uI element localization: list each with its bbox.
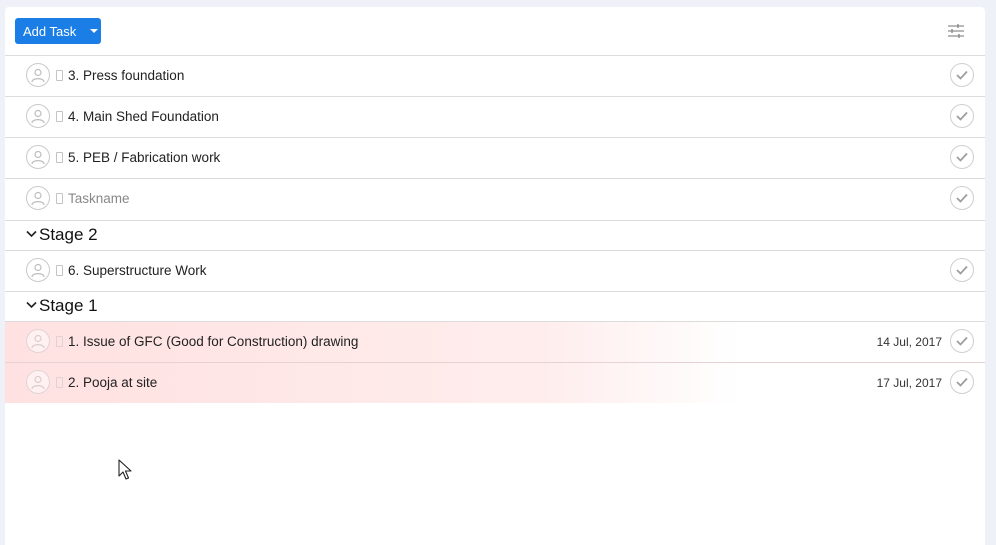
task-type-icon <box>56 336 63 347</box>
complete-check-icon[interactable] <box>950 104 974 128</box>
task-row-overdue[interactable]: 2. Pooja at site 17 Jul, 2017 <box>5 363 985 403</box>
section-header-stage-1[interactable]: Stage 1 <box>5 292 985 322</box>
toolbar: Add Task <box>5 7 985 56</box>
section-title: Stage 1 <box>39 296 98 315</box>
complete-check-icon[interactable] <box>950 145 974 169</box>
complete-check-icon[interactable] <box>950 329 974 353</box>
user-avatar-icon[interactable] <box>26 186 50 210</box>
user-avatar-icon[interactable] <box>26 370 50 394</box>
chevron-down-icon[interactable] <box>26 301 37 309</box>
mouse-cursor-icon <box>118 459 132 480</box>
task-type-icon <box>56 193 63 204</box>
task-name[interactable]: 1. Issue of GFC (Good for Construction) … <box>68 334 358 349</box>
section-header-stage-2[interactable]: Stage 2 <box>5 221 985 251</box>
user-avatar-icon[interactable] <box>26 258 50 282</box>
filter-sliders-icon[interactable] <box>947 23 965 39</box>
task-row[interactable]: 3. Press foundation <box>5 56 985 97</box>
task-type-icon <box>56 152 63 163</box>
task-name[interactable]: 2. Pooja at site <box>68 375 157 390</box>
task-row[interactable]: 6. Superstructure Work <box>5 251 985 292</box>
add-task-label: Add Task <box>23 23 77 39</box>
task-row[interactable]: 4. Main Shed Foundation <box>5 97 985 138</box>
task-row[interactable]: 5. PEB / Fabrication work <box>5 138 985 179</box>
task-type-icon <box>56 111 63 122</box>
complete-check-icon[interactable] <box>950 63 974 87</box>
user-avatar-icon[interactable] <box>26 63 50 87</box>
task-type-icon <box>56 265 63 276</box>
add-task-button[interactable]: Add Task <box>15 18 101 44</box>
task-panel: Add Task 3. Press foundation 4. Main She… <box>5 7 985 545</box>
task-name[interactable]: 3. Press foundation <box>68 68 184 83</box>
task-type-icon <box>56 377 63 388</box>
section-title: Stage 2 <box>39 225 98 244</box>
user-avatar-icon[interactable] <box>26 329 50 353</box>
due-date: 17 Jul, 2017 <box>876 376 942 390</box>
chevron-down-icon[interactable] <box>26 230 37 238</box>
complete-check-icon[interactable] <box>950 186 974 210</box>
task-row-overdue[interactable]: 1. Issue of GFC (Good for Construction) … <box>5 322 985 363</box>
dropdown-caret-icon[interactable] <box>90 29 98 33</box>
new-task-row[interactable]: Taskname <box>5 179 985 221</box>
user-avatar-icon[interactable] <box>26 145 50 169</box>
task-type-icon <box>56 70 63 81</box>
user-avatar-icon[interactable] <box>26 104 50 128</box>
task-name-input[interactable]: Taskname <box>68 191 130 206</box>
task-name[interactable]: 4. Main Shed Foundation <box>68 109 219 124</box>
complete-check-icon[interactable] <box>950 258 974 282</box>
due-date: 14 Jul, 2017 <box>876 335 942 349</box>
task-name[interactable]: 6. Superstructure Work <box>68 263 207 278</box>
task-name[interactable]: 5. PEB / Fabrication work <box>68 150 220 165</box>
complete-check-icon[interactable] <box>950 370 974 394</box>
